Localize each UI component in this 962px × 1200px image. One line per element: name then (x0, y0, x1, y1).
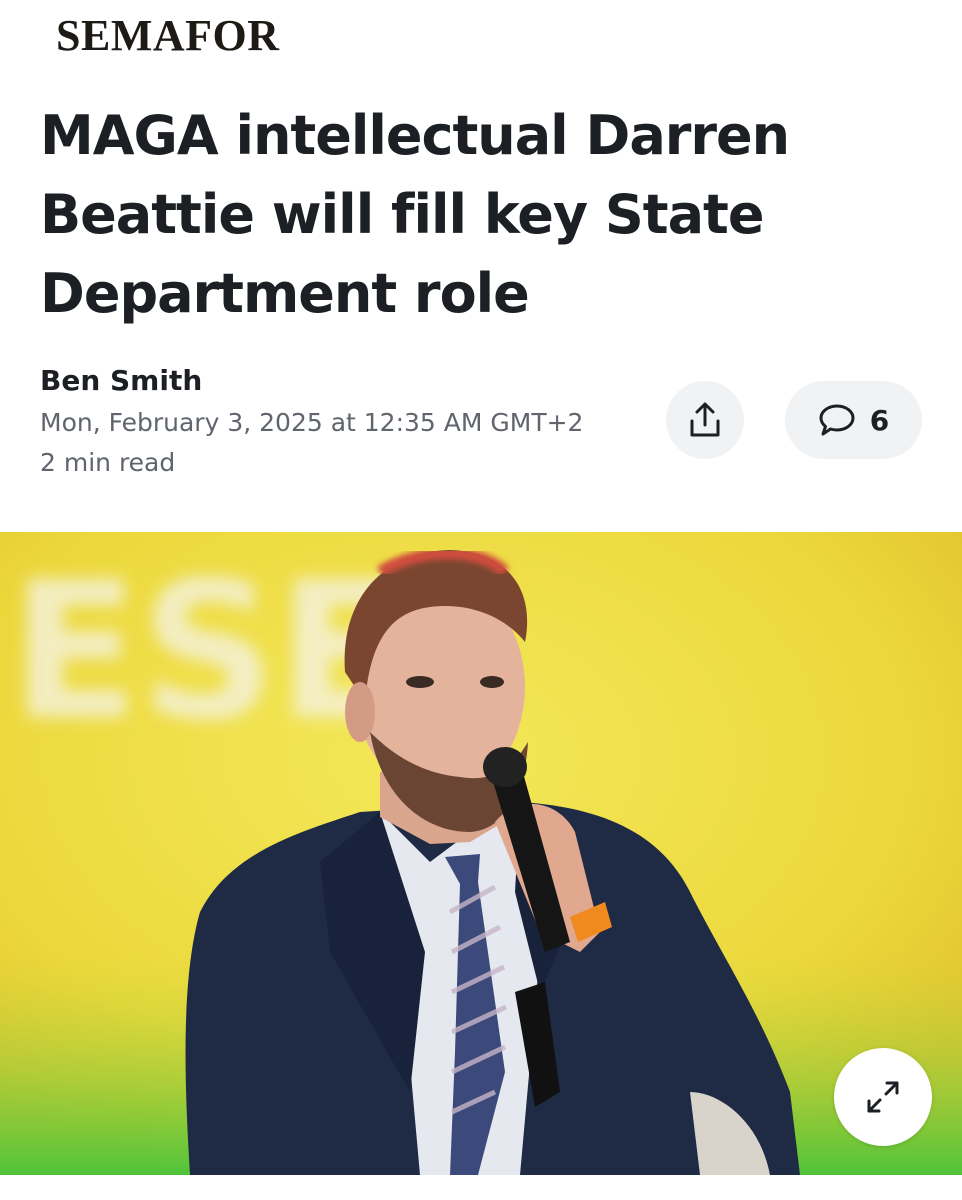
expand-image-button[interactable] (834, 1048, 932, 1146)
comments-button[interactable]: 6 (785, 381, 922, 459)
author-name[interactable]: Ben Smith (40, 364, 202, 397)
share-button[interactable] (666, 381, 744, 459)
speaker-photo-illustration: ESE (0, 532, 962, 1175)
article-photo[interactable]: ESE (0, 532, 962, 1175)
publish-date: Mon, February 3, 2025 at 12:35 AM GMT+2 (40, 408, 584, 437)
speech-bubble-icon (819, 404, 855, 436)
share-upload-icon (690, 402, 720, 437)
expand-arrows-icon (867, 1081, 899, 1113)
page-bottom-strip (0, 1175, 962, 1200)
comment-count: 6 (869, 403, 890, 437)
publication-logo[interactable]: SEMAFOR (56, 10, 280, 61)
read-time: 2 min read (40, 448, 176, 477)
article-headline: MAGA intellectual Darren Beattie will fi… (40, 104, 790, 325)
